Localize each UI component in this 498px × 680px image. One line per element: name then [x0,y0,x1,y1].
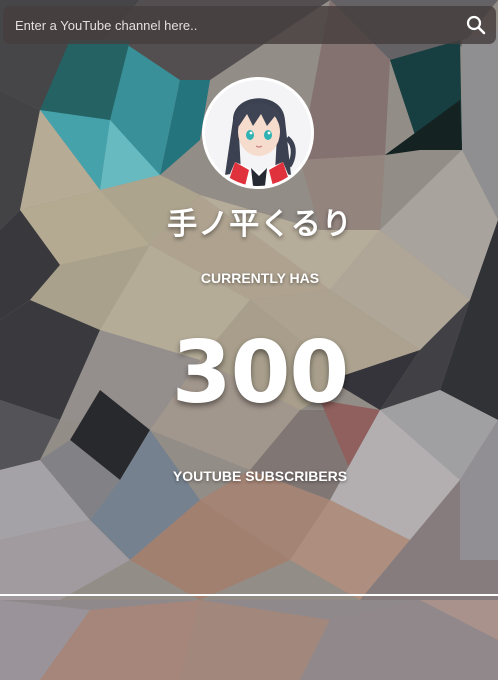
divider-line [0,594,498,596]
currently-has-label: CURRENTLY HAS [200,270,320,286]
channel-search-input[interactable] [3,6,453,44]
channel-avatar [202,77,314,189]
search-button[interactable] [456,6,496,44]
channel-name: 手ノ平くるり [167,207,353,242]
youtube-subscribers-label: YOUTUBE SUBSCRIBERS [172,468,348,484]
subscriber-count: 300 [171,323,350,423]
search-icon [466,15,486,35]
anime-avatar-icon [205,80,311,186]
search-bar [3,6,496,44]
